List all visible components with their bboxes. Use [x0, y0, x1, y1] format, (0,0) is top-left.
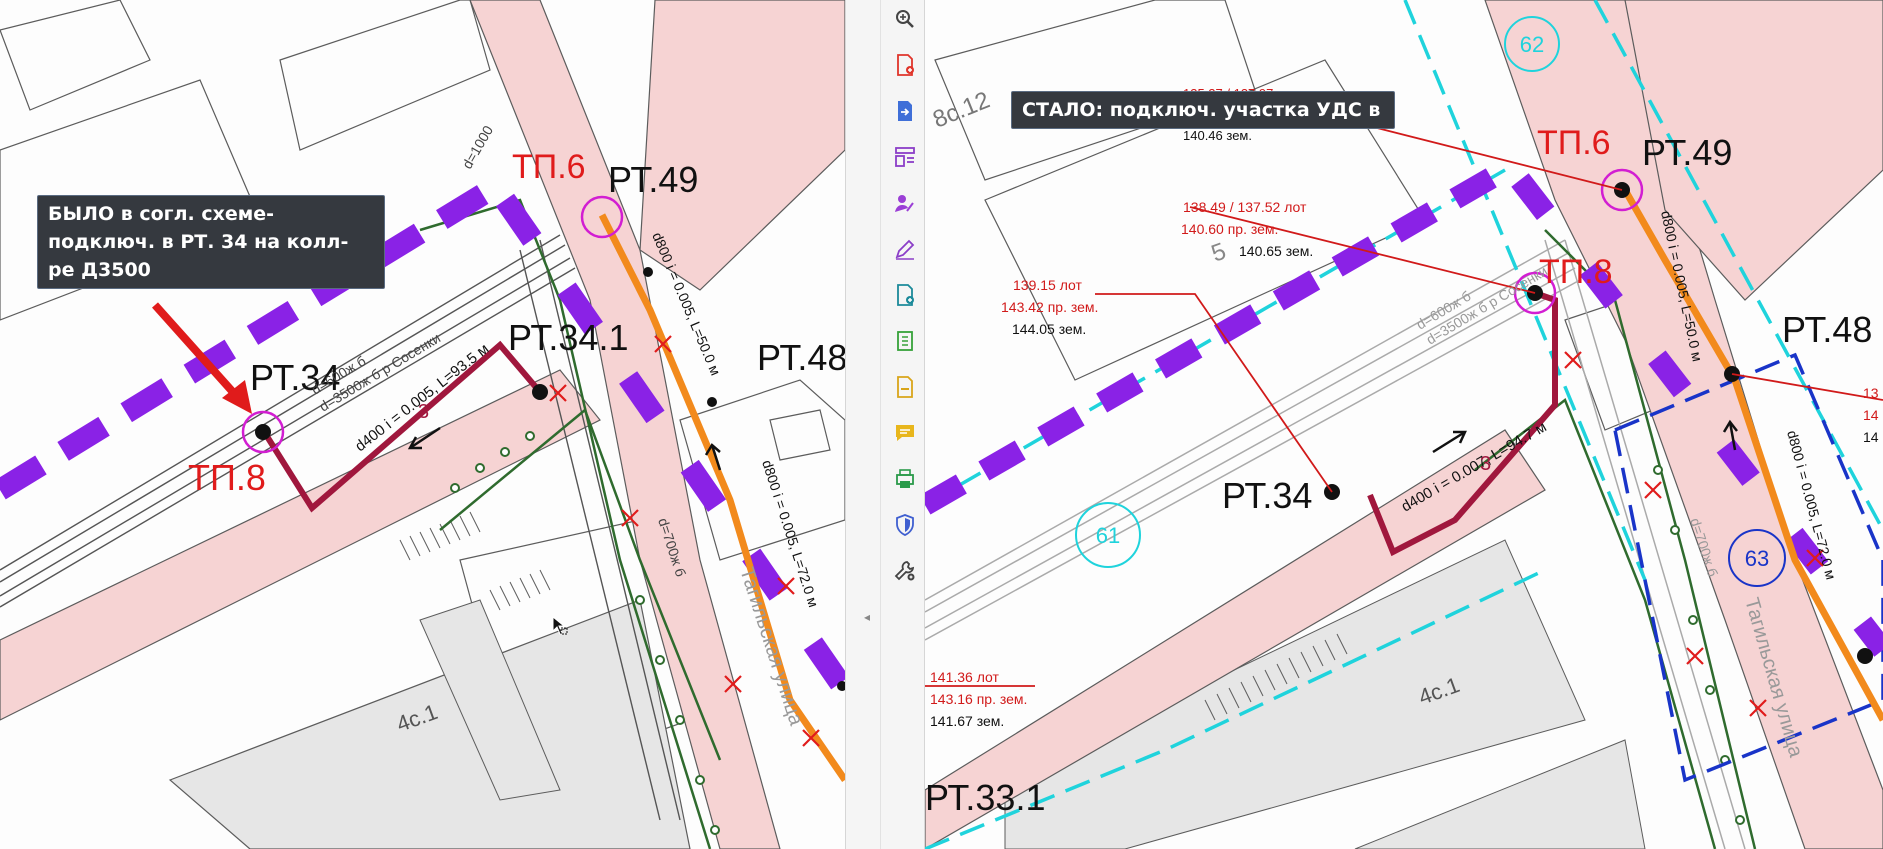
- label-pt33-1: РТ.33.1: [925, 777, 1045, 818]
- elev-d-pr: 143.16 пр. зем.: [930, 691, 1027, 707]
- label-pipe-1000: d=1000: [459, 123, 497, 172]
- label-tp8: ТП.8: [188, 457, 266, 498]
- tool-comment[interactable]: [890, 418, 920, 448]
- elev-b-lot: 138.49 / 137.52 лот: [1183, 199, 1307, 215]
- elev-b-pr: 140.60 пр. зем.: [1181, 221, 1278, 237]
- left-drawing-view[interactable]: РТ.34 РТ.34.1 РТ.49 РТ.48 ТП.6 ТП.8 d400…: [0, 0, 845, 849]
- elev-edge-1: 13: [1863, 385, 1879, 401]
- more-tools-icon: [894, 561, 915, 581]
- print-production-icon: [896, 469, 914, 488]
- elev-edge-2: 14: [1863, 407, 1879, 423]
- label-tp6: ТП.6: [512, 148, 586, 186]
- elev-c-lot: 139.15 лот: [1013, 277, 1083, 293]
- tool-create-pdf[interactable]: [890, 50, 920, 80]
- fill-sign-icon: [895, 195, 914, 212]
- combine-files-icon: [897, 284, 914, 306]
- right-drawing-view[interactable]: РТ.34 РТ.49 РТ.48 РТ.33.1 ТП.6 ТП.8 d400…: [925, 0, 1883, 849]
- tooltip-before: БЫЛО в согл. схеме-подключ. в РТ. 34 на …: [37, 195, 385, 289]
- tool-more-tools[interactable]: [890, 556, 920, 586]
- mouse-cursor-icon: [552, 616, 568, 635]
- send-review-icon: [897, 376, 913, 398]
- tooltip-after: СТАЛО: подключ. участка УДС в: [1011, 91, 1395, 129]
- label-pt49: РТ.49: [1642, 132, 1732, 173]
- zoom-icon: [896, 10, 914, 28]
- comment-icon: [896, 425, 914, 441]
- left-map-canvas[interactable]: РТ.34 РТ.34.1 РТ.49 РТ.48 ТП.6 ТП.8 d400…: [0, 0, 845, 849]
- label-circle-62: 62: [1520, 32, 1544, 57]
- label-circle-63: 63: [1745, 546, 1769, 571]
- parking-stripes: [399, 511, 551, 611]
- label-pt48: РТ.48: [757, 337, 845, 378]
- sidebar-divider: [880, 0, 881, 849]
- edit-pdf-icon: [895, 239, 915, 260]
- label-tp8: ТП.8: [1539, 253, 1613, 291]
- tools-sidebar: ◂: [845, 0, 925, 849]
- label-seg-num: 3: [1480, 453, 1491, 475]
- elev-b-zem: 140.65 зем.: [1239, 243, 1313, 259]
- tool-export-pdf[interactable]: [890, 96, 920, 126]
- export-pdf-icon: [898, 101, 912, 121]
- elev-a-zem: 140.46 зем.: [1183, 128, 1252, 143]
- elev-c-pr: 143.42 пр. зем.: [1001, 299, 1098, 315]
- protect-icon: [896, 514, 914, 536]
- elev-edge-3: 14: [1863, 429, 1879, 445]
- tool-print-production[interactable]: [890, 464, 920, 494]
- create-pdf-icon: [897, 54, 914, 76]
- tool-send-review[interactable]: [890, 372, 920, 402]
- label-tp6: ТП.6: [1537, 124, 1611, 162]
- tool-organize-pages[interactable]: [890, 142, 920, 172]
- tool-zoom[interactable]: [890, 4, 920, 34]
- label-seg-num: 3: [418, 401, 429, 423]
- elev-c-zem: 144.05 зем.: [1012, 321, 1086, 337]
- label-circle-61: 61: [1096, 523, 1120, 548]
- label-area-5: 5: [1208, 238, 1230, 268]
- collapse-panel-button[interactable]: ◂: [864, 610, 870, 624]
- elev-d-lot: 141.36 лот: [930, 669, 1000, 685]
- tool-compress[interactable]: [890, 326, 920, 356]
- organize-pages-icon: [895, 147, 915, 167]
- tool-combine-files[interactable]: [890, 280, 920, 310]
- tool-protect[interactable]: [890, 510, 920, 540]
- label-pt48: РТ.48: [1782, 309, 1872, 350]
- tool-edit-pdf[interactable]: [890, 234, 920, 264]
- tool-fill-sign[interactable]: [890, 188, 920, 218]
- label-pt34: РТ.34: [1222, 475, 1312, 516]
- compress-icon: [897, 331, 913, 351]
- label-pt34-1: РТ.34.1: [508, 317, 628, 358]
- label-pt49: РТ.49: [608, 159, 698, 200]
- elev-d-zem: 141.67 зем.: [930, 713, 1004, 729]
- label-building-8c12: 8с.12: [929, 87, 994, 134]
